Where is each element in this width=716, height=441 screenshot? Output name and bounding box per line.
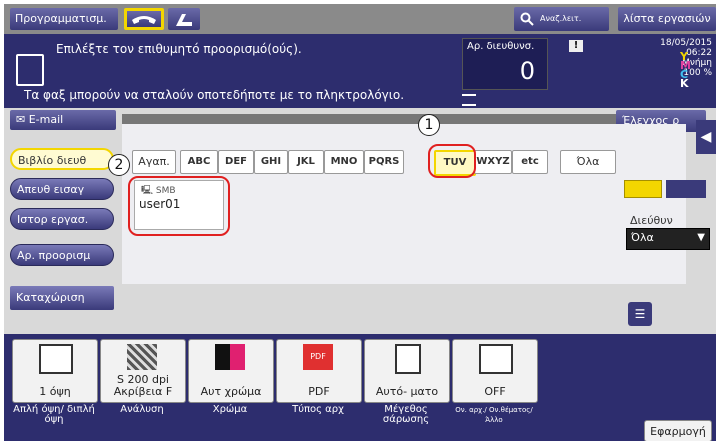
- setting-value: Αυτ χρώμα: [200, 385, 262, 398]
- setting-caption: Τύπος αρχ: [292, 404, 344, 415]
- duplex-icon: [39, 344, 73, 374]
- filter-ghi[interactable]: GHI: [254, 150, 288, 174]
- address-type-select[interactable]: Όλα ▼: [626, 228, 710, 250]
- message-panel: Επιλέξτε τον επιθυμητό προορισμό(ούς). Τ…: [4, 34, 716, 154]
- top-bar: Προγραμματισμ. Αναζ.λειτ. λίστα εργασιών: [4, 4, 716, 34]
- setting-file-type[interactable]: PDF PDF: [276, 339, 362, 403]
- annotation-highlight-1: [428, 144, 476, 178]
- search-function-button[interactable]: Αναζ.λειτ.: [514, 7, 609, 31]
- setting-caption: Ον. αρχ./ Ον.θέματος/ Άλλο: [455, 406, 533, 424]
- fax-note-text: Τα φαξ μπορούν να σταλούν οποτεδήποτε με…: [24, 88, 405, 102]
- filter-def[interactable]: DEF: [218, 150, 254, 174]
- mail-icon: ✉: [16, 113, 29, 126]
- setting-value: 1 όψη: [39, 385, 71, 398]
- setting-file-name[interactable]: OFF: [452, 339, 538, 403]
- setting-value: Αυτό- ματο: [375, 385, 439, 398]
- filter-etc[interactable]: etc: [512, 150, 548, 174]
- setting-value: S 200 dpi Ακρίβεια F: [113, 373, 173, 398]
- page-size-icon: [395, 344, 421, 374]
- setting-color[interactable]: Αυτ χρώμα: [188, 339, 274, 403]
- settings-bar: 1 όψη Απλή όψη/ διπλή όψη S 200 dpi Ακρί…: [4, 334, 716, 441]
- resolution-icon: [127, 344, 157, 370]
- nav-direct-input[interactable]: Απευθ εισαγ: [10, 178, 114, 200]
- filter-favorites[interactable]: Αγαπ.: [132, 150, 176, 174]
- setting-value: OFF: [484, 385, 506, 398]
- setting-simplex-duplex[interactable]: 1 όψη: [12, 339, 98, 403]
- address-type-label: Διεύθυν: [630, 214, 673, 227]
- chevron-down-icon: ▼: [697, 232, 705, 243]
- annotation-number-2: 2: [108, 154, 130, 176]
- status-info: 18/05/2015 06:22 Μνήμη 100 %: [618, 38, 712, 78]
- address-count-box: Αρ. διευθυνσ. 0: [462, 38, 548, 90]
- memory-label: Μνήμη: [682, 58, 712, 68]
- setting-caption: Απλή όψη/ διπλή όψη: [13, 404, 95, 425]
- nav-job-history[interactable]: Ιστορ εργασ.: [10, 208, 114, 230]
- apply-button[interactable]: Εφαρμογή: [644, 420, 712, 441]
- filter-pqrs[interactable]: PQRS: [364, 150, 404, 174]
- warning-icon[interactable]: !: [569, 40, 583, 52]
- address-type-value: Όλα: [631, 231, 654, 244]
- phone-icon[interactable]: [124, 8, 164, 30]
- filter-wxyz[interactable]: WXYZ: [474, 150, 512, 174]
- address-count-value: 0: [519, 57, 535, 85]
- annotation-highlight-2: [128, 176, 230, 236]
- scroll-down-icon[interactable]: ☰: [628, 302, 652, 326]
- destination-icon: [16, 54, 44, 86]
- scan-fax-screen: Προγραμματισμ. Αναζ.λειτ. λίστα εργασιών…: [4, 4, 716, 441]
- setting-scan-size[interactable]: Αυτό- ματο: [364, 339, 450, 403]
- instruction-text: Επιλέξτε τον επιθυμητό προορισμό(ούς).: [56, 42, 302, 56]
- nav-address-book[interactable]: Βιβλίο διευθ: [10, 148, 114, 170]
- email-label: E-mail: [28, 113, 64, 126]
- setting-caption: Χρώμα: [212, 404, 248, 415]
- date-text: 18/05/2015: [660, 38, 712, 48]
- setting-caption: Ανάλυση: [120, 404, 164, 415]
- register-button[interactable]: Καταχώριση: [10, 286, 114, 310]
- setting-resolution[interactable]: S 200 dpi Ακρίβεια F: [100, 339, 186, 403]
- filter-mno[interactable]: MNO: [324, 150, 364, 174]
- pdf-icon: PDF: [303, 344, 333, 370]
- search-icon: [520, 12, 534, 26]
- time-text: 06:22: [686, 48, 712, 58]
- search-label: Αναζ.λειτ.: [540, 14, 582, 23]
- grid-view-icon[interactable]: [624, 180, 662, 198]
- collapse-arrow-icon[interactable]: ◀: [696, 120, 716, 154]
- nav-dest-number[interactable]: Αρ. προορισμ: [10, 244, 114, 266]
- list-icon[interactable]: [462, 94, 476, 106]
- program-button[interactable]: Προγραμματισμ.: [10, 8, 118, 30]
- document-mail-icon: [479, 344, 513, 374]
- filter-jkl[interactable]: JKL: [288, 150, 324, 174]
- setting-value: PDF: [308, 385, 330, 398]
- filter-abc[interactable]: ABC: [180, 150, 218, 174]
- toner-indicator: Y M C K: [680, 51, 691, 90]
- filter-all[interactable]: Όλα: [560, 150, 616, 174]
- list-view-icon[interactable]: [666, 180, 706, 198]
- email-tab[interactable]: ✉ E-mail: [10, 110, 116, 130]
- fax-icon[interactable]: [168, 8, 200, 30]
- annotation-number-1: 1: [418, 114, 440, 136]
- address-count-label: Αρ. διευθυνσ.: [467, 41, 535, 52]
- memory-value: 100 %: [683, 68, 712, 78]
- job-list-button[interactable]: λίστα εργασιών: [618, 7, 716, 31]
- toner-k: K: [680, 77, 689, 90]
- setting-caption: Μέγεθος σάρωσης: [382, 404, 430, 425]
- color-icon: [215, 344, 245, 370]
